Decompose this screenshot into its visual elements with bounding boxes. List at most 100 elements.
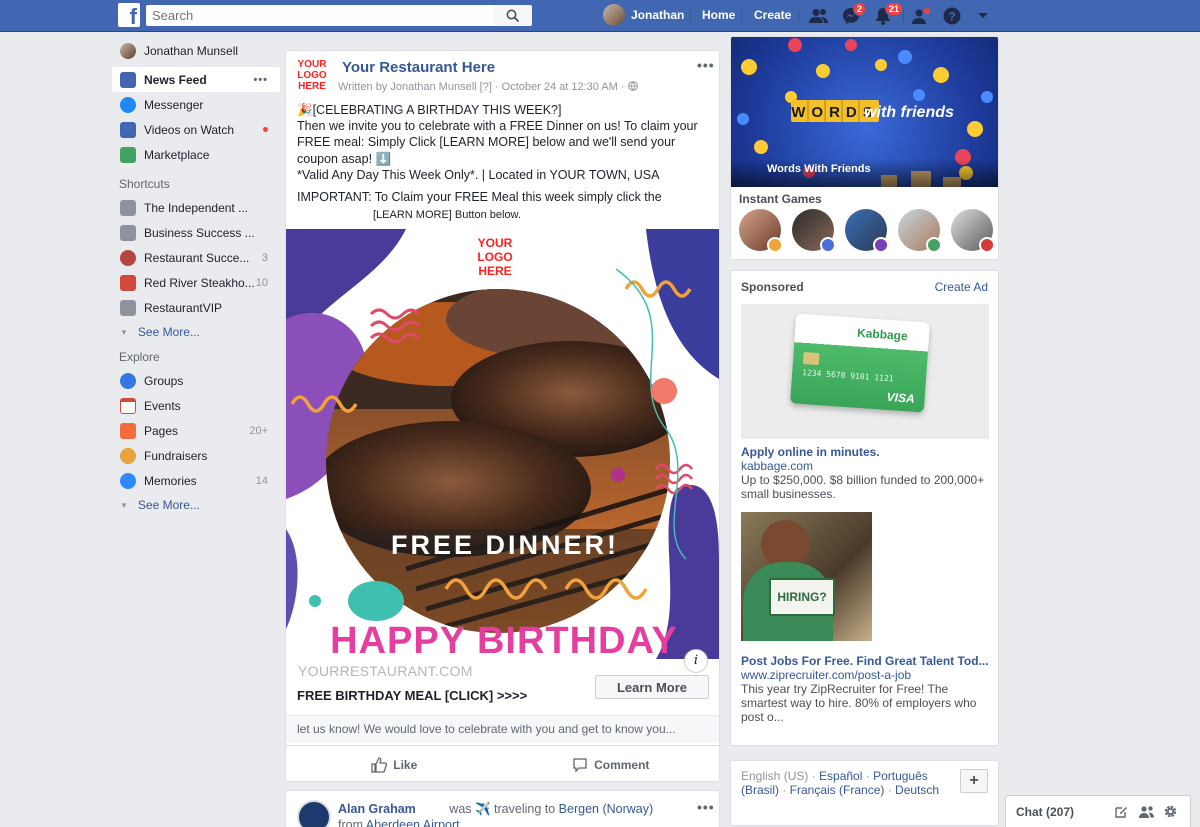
kabbage-ad-image[interactable]: Kabbage 1234 5678 9101 1121 VISA (741, 304, 989, 439)
page-name-link[interactable]: Your Restaurant Here (342, 59, 495, 76)
page-avatar-icon (120, 274, 136, 291)
explore-header: Explore (119, 350, 160, 364)
new-group-icon[interactable] (1139, 805, 1155, 819)
sidebar-profile-name: Jonathan Munsell (144, 43, 239, 58)
person-head-shape (761, 520, 809, 568)
place-link[interactable]: Bergen (Norway) (559, 802, 653, 816)
see-more-label: See More... (137, 325, 200, 339)
gear-icon[interactable] (1163, 804, 1178, 819)
link-title: FREE BIRTHDAY MEAL [CLICK] >>>> (297, 688, 528, 703)
see-more-shortcuts-link[interactable]: ▼ See More... (112, 320, 280, 344)
search-button[interactable] (494, 5, 532, 26)
game-avatar[interactable] (792, 209, 836, 253)
post-line: [LEARN MORE] Button below. (373, 209, 521, 222)
create-link[interactable]: Create (754, 8, 791, 22)
free-dinner-text: FREE DINNER! (391, 530, 619, 560)
author-link[interactable]: Alan Graham (338, 802, 416, 816)
post-subheader: from Aberdeen Airport (338, 818, 460, 827)
game-avatar[interactable] (898, 209, 942, 253)
profile-link[interactable]: Jonathan (603, 4, 684, 26)
from-place-link[interactable]: Aberdeen Airport (366, 818, 460, 827)
sidebar-item-marketplace[interactable]: Marketplace (112, 142, 280, 167)
sponsored-header: Sponsored (741, 280, 804, 294)
sidebar-item-label: Events (144, 398, 181, 413)
birthday-dinner-graphic: YOUR LOGO HERE FREE DINNER! HAPPY BIRTHD… (286, 229, 719, 659)
more-options-icon[interactable]: ••• (253, 74, 268, 86)
memories-count: 14 (255, 474, 268, 487)
sidebar-item-news-feed[interactable]: News Feed ••• (112, 67, 280, 92)
ad-title[interactable]: Apply online in minutes. (741, 445, 880, 459)
info-icon[interactable]: i (684, 649, 708, 673)
sidebar-item-memories[interactable]: Memories 14 (112, 468, 280, 493)
sidebar-item-label: Messenger (144, 97, 204, 112)
shortcut-item[interactable]: RestaurantVIP (112, 295, 280, 320)
shortcut-item[interactable]: The Independent ... (112, 195, 280, 220)
account-menu-button[interactable] (972, 5, 994, 27)
chat-label: Chat (207) (1016, 805, 1075, 819)
divider (690, 9, 691, 23)
sidebar-item-groups[interactable]: Groups (112, 368, 280, 393)
page-logo[interactable]: YOUR LOGO HERE (295, 59, 329, 92)
compose-icon[interactable] (1114, 805, 1128, 819)
see-more-explore-link[interactable]: ▼ See More... (112, 493, 280, 517)
game-avatar[interactable] (739, 209, 783, 253)
learn-more-button[interactable]: Learn More (595, 675, 709, 699)
ad-domain[interactable]: www.ziprecruiter.com/post-a-job (741, 668, 911, 682)
comment-label: Comment (594, 757, 650, 772)
sidebar-item-pages[interactable]: Pages 20+ (112, 418, 280, 443)
sidebar-item-watch[interactable]: Videos on Watch (112, 117, 280, 142)
post-options-button[interactable]: ••• (697, 799, 715, 815)
post-actions: Like Comment (286, 745, 719, 783)
feed-post: Alan Graham was ✈️ traveling to Bergen (… (285, 790, 720, 827)
post-meta: Written by Jonathan Munsell [?] · Octobe… (338, 81, 638, 93)
happy-birthday-text: HAPPY BIRTHDAY (330, 620, 678, 659)
sidebar-item-fundraisers[interactable]: Fundraisers (112, 443, 280, 468)
search-input[interactable] (146, 5, 494, 26)
game-avatar[interactable] (845, 209, 889, 253)
facebook-logo[interactable]: f (118, 3, 140, 27)
sidebar-item-events[interactable]: Events (112, 393, 280, 418)
svg-text:with friends: with friends (864, 104, 954, 121)
shortcut-label: The Independent ... (144, 200, 249, 215)
divider (741, 9, 742, 23)
ad-title[interactable]: Post Jobs For Free. Find Great Talent To… (741, 654, 991, 668)
language-link[interactable]: Deutsch (895, 783, 939, 797)
group-icon (120, 224, 136, 241)
game-avatar[interactable] (951, 209, 995, 253)
post-line: coupon asap! ⬇️ (297, 151, 392, 166)
sidebar-item-label: Memories (144, 473, 197, 488)
quick-help-people-button[interactable] (911, 5, 933, 27)
group-icon (120, 199, 136, 216)
svg-text:HERE: HERE (478, 264, 511, 278)
group-icon (120, 299, 136, 316)
shortcut-item[interactable]: Red River Steakho... 10 (112, 270, 280, 295)
shortcut-item[interactable]: Business Success ... (112, 220, 280, 245)
avatar[interactable] (297, 800, 331, 827)
shortcut-label: Restaurant Succe... (144, 250, 250, 265)
link-preview[interactable]: i YOURRESTAURANT.COM FREE BIRTHDAY MEAL … (286, 649, 719, 715)
shortcut-item[interactable]: Restaurant Succe... 3 (112, 245, 280, 270)
ziprecruiter-ad-image[interactable]: HIRING? (741, 512, 872, 641)
messages-button[interactable]: 2 (840, 2, 867, 27)
language-link[interactable]: Français (France) (790, 783, 885, 797)
post-options-button[interactable]: ••• (697, 57, 715, 73)
friend-requests-button[interactable] (808, 5, 830, 27)
notifications-button[interactable]: 21 (872, 2, 904, 27)
help-button[interactable]: ? (941, 5, 963, 27)
home-link[interactable]: Home (702, 8, 735, 22)
create-ad-link[interactable]: Create Ad (935, 280, 988, 294)
help-icon: ? (943, 7, 961, 25)
language-link[interactable]: Español (819, 769, 862, 783)
post-image[interactable]: YOUR LOGO HERE FREE DINNER! HAPPY BIRTHD… (286, 229, 719, 659)
post-line: FREE meal: Simply Click [LEARN MORE] bel… (297, 135, 676, 150)
post-line: 🎉[CELEBRATING A BIRTHDAY THIS WEEK?] (297, 103, 562, 117)
like-button[interactable]: Like (286, 746, 503, 783)
comment-button[interactable]: Comment (503, 746, 720, 783)
ad-domain[interactable]: kabbage.com (741, 459, 813, 473)
sidebar-item-messenger[interactable]: Messenger (112, 92, 280, 117)
add-language-button[interactable]: + (960, 769, 988, 793)
game-badge-icon (926, 237, 942, 253)
caret-down-icon (978, 13, 988, 18)
chat-bar[interactable]: Chat (207) (1005, 795, 1191, 827)
sidebar-profile[interactable]: Jonathan Munsell (112, 38, 280, 63)
